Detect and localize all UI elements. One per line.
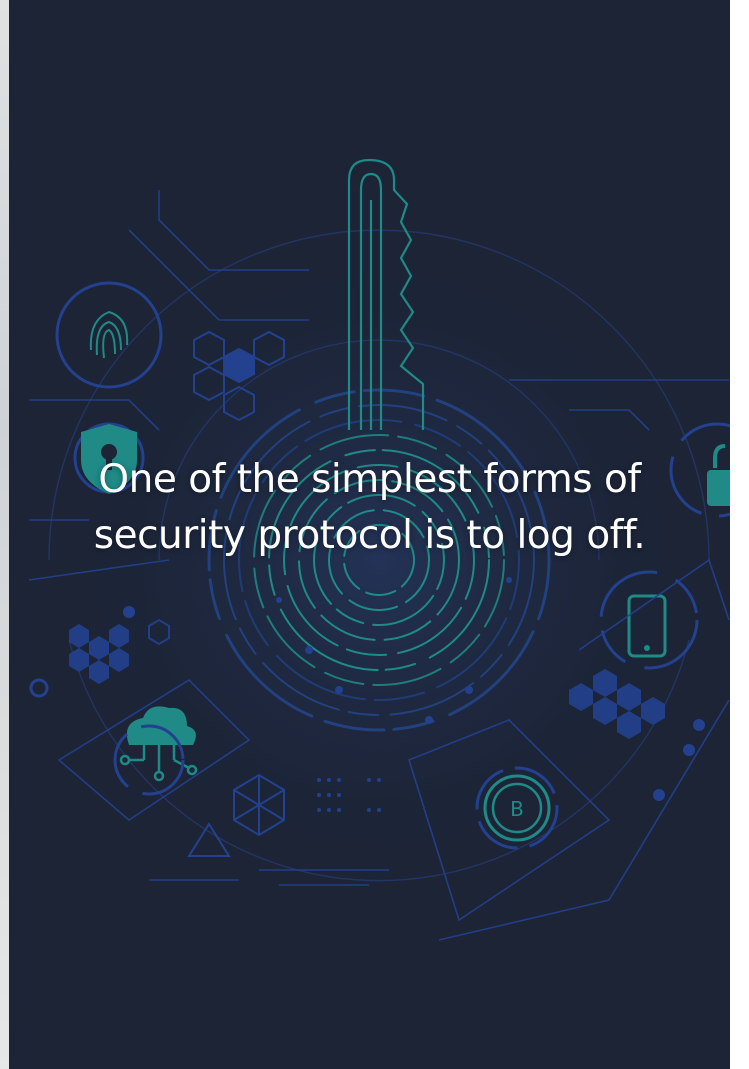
left-edge-background — [0, 0, 9, 1069]
security-quote-text: One of the simplest forms of security pr… — [93, 457, 646, 558]
svg-text:B: B — [510, 797, 524, 821]
security-quote-card: B One of the simplest forms of security … — [9, 0, 730, 1069]
right-edge-background — [730, 0, 749, 1069]
